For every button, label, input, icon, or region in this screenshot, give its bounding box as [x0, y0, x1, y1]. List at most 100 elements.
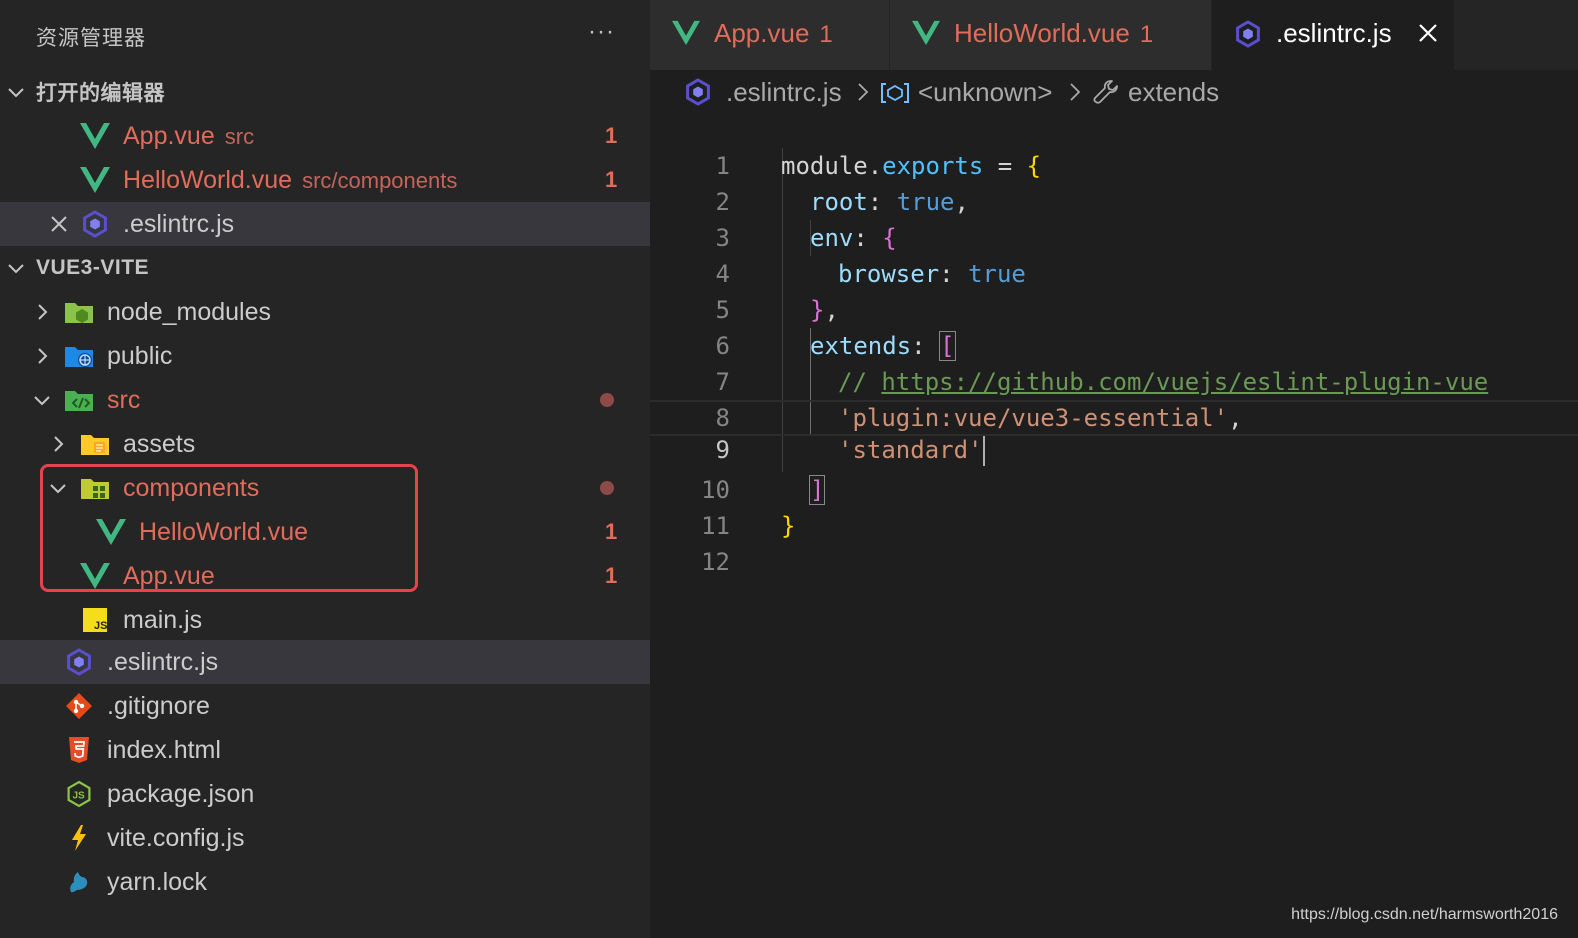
- git-icon: [64, 691, 94, 721]
- code-line-current: 9'standard': [650, 400, 1578, 466]
- assets-folder-icon: [80, 429, 110, 459]
- svg-text:JS: JS: [94, 620, 107, 632]
- tab-eslintrc-js[interactable]: .eslintrc.js: [1212, 0, 1455, 70]
- tree-item-name: .eslintrc.js: [107, 647, 219, 676]
- code-line: 11}: [701, 512, 796, 540]
- more-actions-icon[interactable]: ···: [588, 18, 615, 46]
- tree-item-file[interactable]: vite.config.js: [0, 816, 650, 860]
- breadcrumb-prop[interactable]: extends: [1128, 77, 1219, 108]
- open-editor-name: .eslintrc.js: [123, 209, 235, 238]
- breadcrumb-symbol[interactable]: <unknown>: [918, 77, 1052, 108]
- modified-dot: [600, 393, 614, 407]
- tree-item-file[interactable]: JS main.js: [0, 598, 650, 642]
- modified-dot: [600, 481, 614, 495]
- vue-icon: [80, 121, 110, 151]
- explorer-header: 资源管理器 ···: [0, 0, 650, 70]
- yarn-icon: [64, 867, 94, 897]
- tree-item-file[interactable]: .gitignore: [0, 684, 650, 728]
- tree-item-folder[interactable]: node_modules: [0, 290, 650, 334]
- code-line: 3 env: {: [715, 224, 897, 252]
- chevron-right-icon: [48, 434, 68, 454]
- chevron-right-icon: [32, 346, 52, 366]
- tree-item-folder[interactable]: assets: [0, 422, 650, 466]
- variable-icon: [880, 82, 910, 104]
- code-line: 2 root: true,: [715, 188, 969, 216]
- problem-count-badge: 1: [605, 519, 618, 544]
- js-icon: JS: [80, 605, 110, 635]
- tab-label: HelloWorld.vue 1: [954, 18, 1154, 48]
- tree-item-file-selected[interactable]: .eslintrc.js: [0, 640, 650, 684]
- tree-item-folder[interactable]: public: [0, 334, 650, 378]
- breadcrumb-file[interactable]: .eslintrc.js: [726, 77, 842, 108]
- tree-item-name: index.html: [107, 735, 221, 764]
- tree-item-file[interactable]: JS package.json: [0, 772, 650, 816]
- tree-item-name: src: [107, 385, 141, 414]
- nodejs-icon: JS: [64, 779, 94, 809]
- vue-icon: [80, 165, 110, 195]
- watermark: https://blog.csdn.net/harmsworth2016: [1291, 906, 1558, 923]
- code-line: 6 extends: [: [715, 331, 956, 361]
- tree-item-name: public: [107, 341, 173, 370]
- node-modules-folder-icon: [64, 297, 94, 327]
- tab-label: .eslintrc.js: [1276, 18, 1392, 48]
- code-line: 7// https://github.com/vuejs/eslint-plug…: [715, 368, 1489, 396]
- chevron-right-icon: [856, 82, 870, 102]
- code-line: 5},: [715, 296, 839, 324]
- tab-helloworld-vue[interactable]: HelloWorld.vue 1: [890, 0, 1212, 70]
- open-editors-title: 打开的编辑器: [36, 82, 165, 105]
- eslint-icon: [684, 78, 712, 106]
- open-editors-section-header[interactable]: 打开的编辑器: [0, 70, 650, 114]
- eslint-icon: [64, 647, 94, 677]
- tab-label: App.vue 1: [714, 18, 833, 48]
- project-section-header[interactable]: VUE3-VITE: [0, 246, 650, 290]
- vite-icon: [64, 823, 94, 853]
- tree-item-name: node_modules: [107, 297, 272, 326]
- code-line: 1 module.exports = {: [715, 152, 1042, 180]
- code-editor[interactable]: 1 module.exports = { 2 root: true, 3 env: {…: [650, 112, 1578, 576]
- tree-item-file[interactable]: yarn.lock: [0, 860, 650, 904]
- tree-item-name: vite.config.js: [107, 823, 245, 852]
- tree-item-name: yarn.lock: [107, 867, 208, 896]
- tree-item-folder[interactable]: src: [0, 378, 650, 422]
- project-title: VUE3-VITE: [36, 256, 150, 279]
- code-line: 10]: [701, 475, 826, 505]
- vue-icon: [672, 20, 700, 46]
- close-icon[interactable]: [1417, 22, 1439, 44]
- eslint-icon: [1234, 20, 1262, 48]
- code-line: 12: [701, 548, 730, 576]
- tree-item-file[interactable]: index.html: [0, 728, 650, 772]
- tab-app-vue[interactable]: App.vue 1: [650, 0, 890, 70]
- html-icon: [64, 735, 94, 765]
- code-line: 8'plugin:vue/vue3-essential',: [715, 404, 1243, 432]
- explorer-sidebar: 资源管理器 ··· 打开的编辑器 App.vue src 1 HelloWorld…: [0, 0, 650, 938]
- open-editor-name: HelloWorld.vue src/components: [123, 165, 458, 194]
- breadcrumb: .eslintrc.js <unknown> extends: [650, 70, 1578, 114]
- problem-count-badge: 1: [605, 563, 618, 588]
- tree-item-name: assets: [123, 429, 196, 458]
- open-editor-item[interactable]: App.vue src 1: [0, 114, 650, 158]
- chevron-down-icon: [6, 258, 26, 278]
- src-folder-icon: [64, 385, 94, 415]
- problem-count-badge: 1: [605, 167, 618, 192]
- code-line: 4 browser: true: [715, 260, 1026, 288]
- public-folder-icon: [64, 341, 94, 371]
- open-editor-name: App.vue src: [123, 121, 255, 150]
- tree-item-name: package.json: [107, 779, 255, 808]
- editor-tabs: App.vue 1 HelloWorld.vue 1 .eslintrc.js: [650, 0, 1578, 70]
- annotation-highlight-box: [40, 464, 418, 592]
- tree-item-name: main.js: [123, 605, 203, 634]
- close-icon[interactable]: [49, 214, 69, 234]
- open-editor-item-active[interactable]: .eslintrc.js: [0, 202, 650, 246]
- wrench-icon: [1092, 78, 1120, 106]
- open-editor-item[interactable]: HelloWorld.vue src/components 1: [0, 158, 650, 202]
- explorer-title: 资源管理器: [36, 26, 146, 50]
- eslint-icon: [80, 209, 110, 239]
- chevron-right-icon: [1068, 82, 1082, 102]
- svg-text:JS: JS: [73, 791, 86, 802]
- chevron-down-icon: [6, 82, 26, 102]
- tree-item-name: .gitignore: [107, 691, 210, 720]
- chevron-down-icon: [32, 390, 52, 410]
- editor-area: App.vue 1 HelloWorld.vue 1 .eslintrc.js .e…: [650, 0, 1578, 938]
- chevron-right-icon: [32, 302, 52, 322]
- problem-count-badge: 1: [605, 123, 618, 148]
